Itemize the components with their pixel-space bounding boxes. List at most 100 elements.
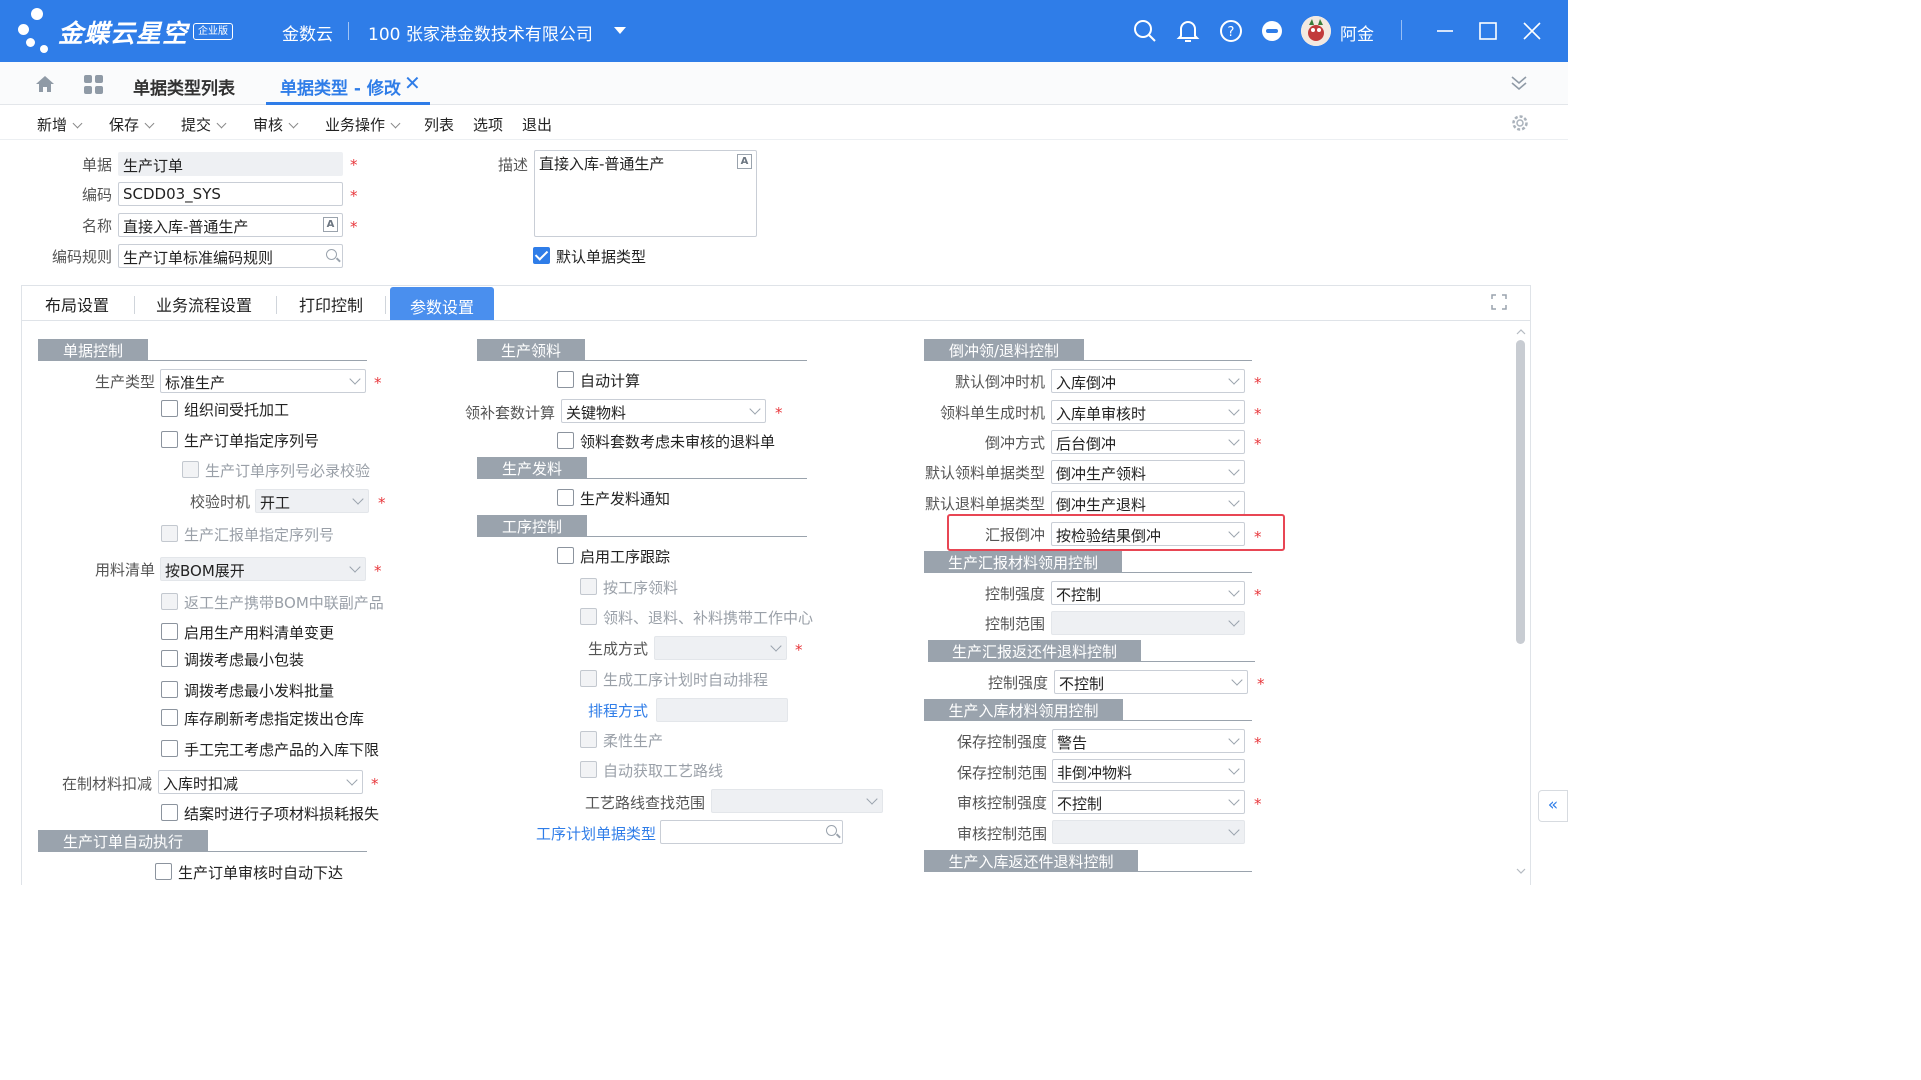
kit-unaudited-checkbox[interactable] bbox=[557, 432, 574, 449]
required-mark: * bbox=[350, 187, 358, 205]
tab-bill-type-edit[interactable]: 单据类型 - 修改 ✕ bbox=[266, 62, 430, 105]
double-chevron-left-icon[interactable]: « bbox=[1538, 790, 1568, 822]
gear-icon[interactable] bbox=[1510, 113, 1530, 133]
wip-select[interactable]: 入库时扣减 bbox=[158, 770, 363, 794]
menu-exit[interactable]: 退出 bbox=[522, 114, 552, 135]
maximize-icon[interactable] bbox=[1475, 18, 1501, 44]
ctrl-strength-select[interactable]: 不控制 bbox=[1051, 581, 1245, 605]
menu-list[interactable]: 列表 bbox=[424, 114, 454, 135]
toolbar: 新增 保存 提交 审核 业务操作 列表 选项 退出 bbox=[0, 106, 1568, 140]
search-icon[interactable] bbox=[1132, 18, 1158, 44]
menu-submit[interactable]: 提交 bbox=[181, 114, 227, 135]
search-icon[interactable] bbox=[326, 249, 337, 260]
report-bf-select[interactable]: 按检验结果倒冲 bbox=[1051, 522, 1245, 546]
min-pack-checkbox[interactable] bbox=[161, 650, 178, 667]
help-icon[interactable]: ? bbox=[1218, 18, 1244, 44]
auto-route-checkbox bbox=[580, 761, 597, 778]
dispatch-notice-checkbox[interactable] bbox=[557, 489, 574, 506]
name-field[interactable]: 直接入库-普通生产 A bbox=[118, 213, 343, 237]
close-loss-label: 结案时进行子项材料损耗报失 bbox=[184, 805, 380, 823]
chevron-down-icon bbox=[1228, 464, 1240, 476]
auto-calc-checkbox[interactable] bbox=[557, 371, 574, 388]
section-auto-exec: 生产订单自动执行 bbox=[38, 830, 367, 852]
select-value: 倒冲生产领料 bbox=[1056, 465, 1147, 483]
ctrl-strength2-select[interactable]: 不控制 bbox=[1054, 670, 1248, 694]
menu-business-ops[interactable]: 业务操作 bbox=[325, 114, 401, 135]
divider bbox=[385, 296, 386, 314]
divider bbox=[134, 296, 135, 314]
org-dropdown-icon[interactable] bbox=[614, 27, 626, 34]
chevron-down-icon bbox=[1228, 585, 1240, 597]
issue-type-select[interactable]: 倒冲生产领料 bbox=[1051, 460, 1245, 484]
multilang-icon[interactable]: A bbox=[323, 217, 338, 232]
menu-audit[interactable]: 审核 bbox=[253, 114, 299, 135]
manual-finish-checkbox[interactable] bbox=[161, 740, 178, 757]
gen-mode-label: 生成方式 bbox=[587, 640, 648, 658]
gen-time-select[interactable]: 入库单审核时 bbox=[1051, 400, 1245, 424]
plan-type-field[interactable] bbox=[660, 820, 843, 844]
scrollbar-thumb[interactable] bbox=[1516, 340, 1525, 644]
menu-add[interactable]: 新增 bbox=[37, 114, 83, 135]
desc-textarea[interactable]: 直接入库-普通生产 A bbox=[534, 150, 757, 237]
select-value: 警告 bbox=[1057, 734, 1088, 752]
apps-grid-icon[interactable] bbox=[83, 74, 104, 95]
section-title: 生产领料 bbox=[477, 339, 585, 360]
home-icon[interactable] bbox=[34, 73, 56, 95]
chat-icon[interactable] bbox=[1259, 18, 1285, 44]
enable-track-checkbox[interactable] bbox=[557, 547, 574, 564]
search-icon[interactable] bbox=[826, 825, 837, 836]
schedule-mode-link[interactable]: 排程方式 bbox=[588, 700, 648, 721]
tab-bill-type-list[interactable]: 单据类型列表 bbox=[133, 74, 235, 99]
outsource-checkbox[interactable] bbox=[161, 400, 178, 417]
page-tab-bar: 单据类型列表 单据类型 - 修改 ✕ bbox=[0, 62, 1568, 105]
multilang-icon[interactable]: A bbox=[737, 154, 752, 169]
save-scope-select[interactable]: 非倒冲物料 bbox=[1052, 759, 1245, 783]
code-field[interactable]: SCDD03_SYS bbox=[118, 182, 343, 206]
required-mark: * bbox=[350, 156, 358, 174]
avatar[interactable] bbox=[1301, 16, 1331, 46]
close-loss-checkbox[interactable] bbox=[161, 804, 178, 821]
select-value: 倒冲生产退料 bbox=[1056, 496, 1147, 514]
close-icon[interactable] bbox=[1519, 18, 1545, 44]
auto-schedule-checkbox bbox=[580, 670, 597, 687]
seq-no-label: 生产订单指定序列号 bbox=[184, 432, 320, 450]
stock-refresh-checkbox[interactable] bbox=[161, 709, 178, 726]
select-value: 入库单审核时 bbox=[1056, 405, 1147, 423]
select-value: 入库时扣减 bbox=[163, 775, 239, 793]
org-selector[interactable]: 100 张家港金数技术有限公司 bbox=[368, 20, 593, 45]
plan-type-link[interactable]: 工序计划单据类型 bbox=[536, 823, 656, 844]
ctrl-strength-label: 控制强度 bbox=[984, 585, 1045, 603]
wip-label: 在制材料扣减 bbox=[61, 775, 152, 793]
tab-business-flow[interactable]: 业务流程设置 bbox=[156, 292, 252, 316]
tab-close-icon[interactable]: ✕ bbox=[404, 71, 421, 95]
bell-icon[interactable] bbox=[1175, 18, 1201, 44]
username[interactable]: 阿金 bbox=[1340, 20, 1374, 45]
select-value: 后台倒冲 bbox=[1056, 435, 1117, 453]
divider bbox=[348, 22, 349, 40]
tab-param-settings[interactable]: 参数设置 bbox=[390, 287, 495, 320]
bom-change-checkbox[interactable] bbox=[161, 623, 178, 640]
expand-icon[interactable] bbox=[1491, 294, 1507, 310]
menu-save[interactable]: 保存 bbox=[109, 114, 155, 135]
app-name[interactable]: 金数云 bbox=[282, 20, 333, 45]
menu-options[interactable]: 选项 bbox=[473, 114, 503, 135]
audit-strength-select[interactable]: 不控制 bbox=[1052, 790, 1245, 814]
tab-print-control[interactable]: 打印控制 bbox=[299, 292, 363, 316]
kit-select[interactable]: 关键物料 bbox=[561, 399, 766, 423]
tab-layout[interactable]: 布局设置 bbox=[45, 292, 109, 316]
return-type-select[interactable]: 倒冲生产退料 bbox=[1051, 491, 1245, 515]
prod-type-select[interactable]: 标准生产 bbox=[160, 369, 366, 393]
bill-field: 生产订单 bbox=[118, 152, 343, 176]
minimize-icon[interactable] bbox=[1432, 18, 1458, 44]
bf-mode-select[interactable]: 后台倒冲 bbox=[1051, 430, 1245, 454]
min-batch-checkbox[interactable] bbox=[161, 681, 178, 698]
save-strength-select[interactable]: 警告 bbox=[1052, 729, 1245, 753]
default-type-checkbox[interactable] bbox=[533, 247, 550, 264]
rule-field[interactable]: 生产订单标准编码规则 bbox=[118, 244, 343, 268]
section-title: 生产发料 bbox=[477, 457, 587, 478]
gen-mode-select bbox=[654, 636, 787, 660]
seq-no-checkbox[interactable] bbox=[161, 431, 178, 448]
collapse-down-icon[interactable] bbox=[1508, 72, 1530, 94]
default-time-select[interactable]: 入库倒冲 bbox=[1051, 369, 1245, 393]
auto-release-checkbox[interactable] bbox=[155, 863, 172, 880]
